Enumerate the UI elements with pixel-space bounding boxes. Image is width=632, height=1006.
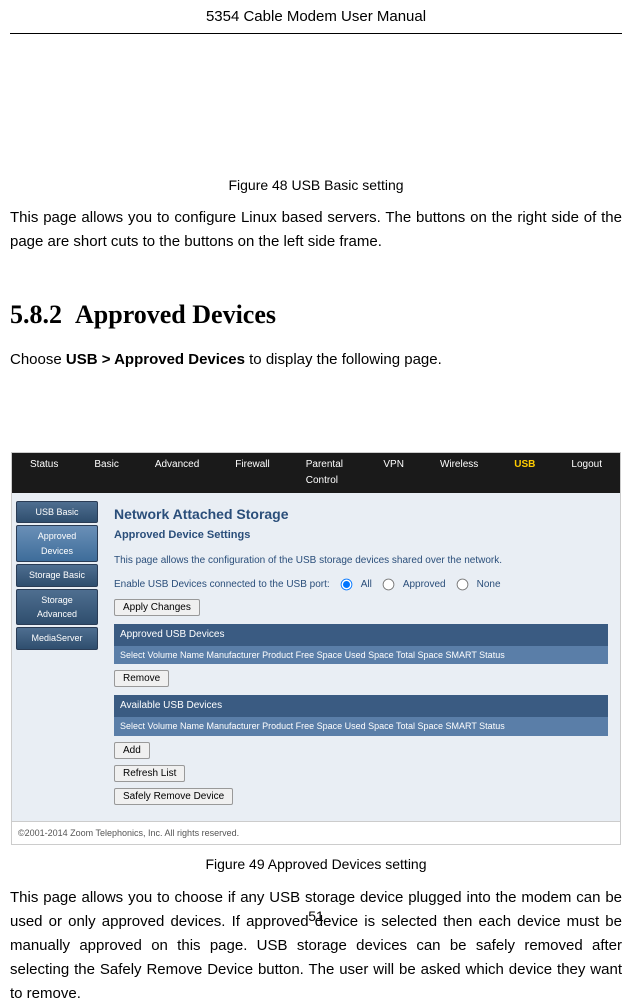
remove-button[interactable]: Remove [114,670,169,687]
radio-approved[interactable] [382,579,394,591]
content-pane: Network Attached Storage Approved Device… [102,493,620,821]
copyright-text: ©2001-2014 Zoom Telephonics, Inc. All ri… [12,821,620,844]
enable-usb-label: Enable USB Devices connected to the USB … [114,577,330,593]
tab-wireless[interactable]: Wireless [422,453,496,493]
tab-basic[interactable]: Basic [76,453,136,493]
paragraph-3: This page allows you to choose if any US… [10,886,622,1006]
figure-48-caption: Figure 48 USB Basic setting [10,174,622,196]
available-table-columns: Select Volume Name Manufacturer Product … [114,717,608,735]
sidebar-item-approved-devices[interactable]: Approved Devices [16,525,98,562]
paragraph-2: Choose USB > Approved Devices to display… [10,348,622,372]
safely-remove-button[interactable]: Safely Remove Device [114,788,233,805]
tab-vpn[interactable]: VPN [365,453,422,493]
section-number: 5.8.2 [10,300,62,329]
paragraph-1: This page allows you to configure Linux … [10,206,622,254]
sidebar-item-mediaserver[interactable]: MediaServer [16,627,98,649]
refresh-list-button[interactable]: Refresh List [114,765,185,782]
radio-all[interactable] [340,579,352,591]
tab-firewall[interactable]: Firewall [217,453,287,493]
approved-table-columns: Select Volume Name Manufacturer Product … [114,646,608,664]
approved-devices-header: Approved USB Devices [114,624,608,646]
content-description: This page allows the configuration of th… [114,553,608,569]
content-title: Network Attached Storage [114,503,608,525]
sidebar-item-storage-advanced[interactable]: Storage Advanced [16,589,98,626]
sidebar-item-storage-basic[interactable]: Storage Basic [16,564,98,586]
sidebar-item-usb-basic[interactable]: USB Basic [16,501,98,523]
apply-changes-button[interactable]: Apply Changes [114,599,200,616]
content-subtitle: Approved Device Settings [114,527,608,545]
top-nav: Status Basic Advanced Firewall Parental … [12,453,620,493]
section-heading: 5.8.2 Approved Devices [10,294,622,336]
radio-none-label: None [477,577,501,593]
para2-bold: USB > Approved Devices [66,351,245,368]
tab-advanced[interactable]: Advanced [137,453,217,493]
page-header: 5354 Cable Modem User Manual [10,0,622,34]
section-title: Approved Devices [75,300,276,329]
radio-all-label: All [361,577,372,593]
tab-parental[interactable]: Parental Control [288,453,366,493]
sidebar: USB Basic Approved Devices Storage Basic… [12,493,102,821]
tab-status[interactable]: Status [12,453,76,493]
embedded-screenshot: Status Basic Advanced Firewall Parental … [11,452,621,845]
tab-usb[interactable]: USB [496,453,553,493]
para2-post: to display the following page. [245,351,442,368]
para2-pre: Choose [10,351,66,368]
figure-49-caption: Figure 49 Approved Devices setting [10,853,622,875]
radio-none[interactable] [456,579,468,591]
available-devices-header: Available USB Devices [114,695,608,717]
page-number: 51 [0,908,632,924]
enable-usb-row: Enable USB Devices connected to the USB … [114,577,608,593]
main-area: USB Basic Approved Devices Storage Basic… [12,493,620,821]
radio-approved-label: Approved [403,577,446,593]
tab-logout[interactable]: Logout [553,453,620,493]
add-button[interactable]: Add [114,742,150,759]
